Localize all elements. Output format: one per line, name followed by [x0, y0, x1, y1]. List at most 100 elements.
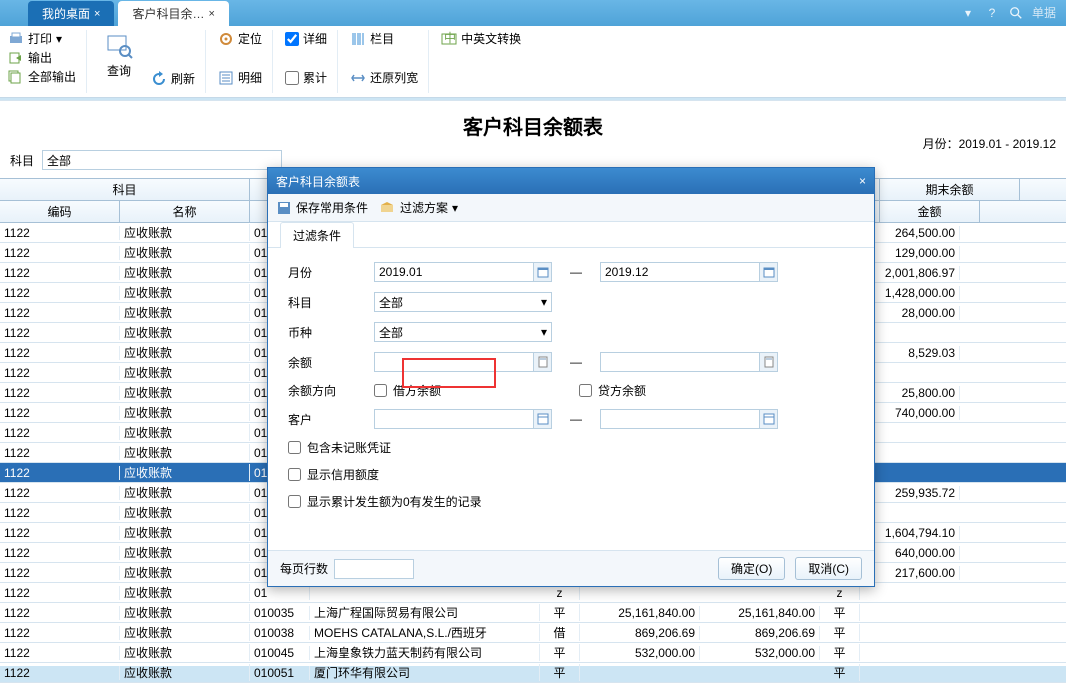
cancel-button[interactable]: 取消(C): [795, 557, 862, 580]
cell-amt2: 532,000.00: [700, 646, 820, 660]
dialog-titlebar[interactable]: 客户科目余额表 ×: [268, 168, 874, 194]
ribbon: 打印▾ 输出 全部输出 查询 刷新 定位 明细 详细 累计 栏目 还原列宽 中中…: [0, 26, 1066, 98]
cell-dir2: 平: [820, 664, 860, 681]
cell-code: 1122: [0, 666, 120, 680]
search-placeholder[interactable]: 单据: [1032, 4, 1056, 21]
cell-end-balance: 28,000.00: [860, 306, 960, 320]
cell-code: 1122: [0, 566, 120, 580]
detail-button[interactable]: 明细: [218, 69, 262, 86]
export-button[interactable]: 输出: [8, 49, 76, 66]
cell-code: 1122: [0, 586, 120, 600]
cell-code: 1122: [0, 406, 120, 420]
cell-name: 应收账款: [120, 644, 250, 661]
chevron-down-icon[interactable]: ▾: [960, 5, 976, 21]
customer-from-input[interactable]: [374, 409, 534, 429]
table-row[interactable]: 1122应收账款010035上海广程国际贸易有限公司平25,161,840.00…: [0, 603, 1066, 623]
col-subject[interactable]: 科目: [0, 179, 250, 200]
cell-name: 应收账款: [120, 664, 250, 681]
col-amount[interactable]: 金额: [880, 201, 980, 222]
ok-button[interactable]: 确定(O): [718, 557, 785, 580]
customer-to-input[interactable]: [600, 409, 760, 429]
cell-cust-name: MOEHS CATALANA,S.L./西班牙: [310, 624, 540, 641]
cell-name: 应收账款: [120, 224, 250, 241]
search-icon[interactable]: [1008, 5, 1024, 21]
credit-balance-checkbox[interactable]: 贷方余额: [579, 382, 646, 399]
rows-per-page-input[interactable]: [334, 559, 414, 579]
export-all-button[interactable]: 全部输出: [8, 68, 76, 85]
subject-select[interactable]: 全部▾: [374, 292, 552, 312]
cell-name: 应收账款: [120, 464, 250, 481]
cell-name: 应收账款: [120, 604, 250, 621]
help-icon[interactable]: ?: [984, 5, 1000, 21]
cell-end-balance: 25,800.00: [860, 386, 960, 400]
save-condition-button[interactable]: 保存常用条件: [276, 199, 368, 216]
label-month: 月份: [288, 264, 374, 281]
calculator-icon[interactable]: [534, 352, 552, 372]
cell-name: 应收账款: [120, 384, 250, 401]
cell-dir: 借: [540, 624, 580, 641]
close-icon[interactable]: ×: [94, 8, 100, 20]
show-zero-records-checkbox[interactable]: 显示累计发生额为0有发生的记录: [288, 493, 482, 510]
calendar-icon[interactable]: [760, 262, 778, 282]
cell-code: 1122: [0, 606, 120, 620]
cell-code: 1122: [0, 306, 120, 320]
tab-desktop[interactable]: 我的桌面 ×: [28, 1, 114, 26]
calendar-icon[interactable]: [534, 262, 552, 282]
tab-filter-condition[interactable]: 过滤条件: [280, 222, 354, 248]
query-button[interactable]: 查询: [99, 30, 139, 81]
include-unposted-checkbox[interactable]: 包含未记账凭证: [288, 439, 391, 456]
print-button[interactable]: 打印▾: [8, 30, 76, 47]
locate-button[interactable]: 定位: [218, 30, 262, 47]
accumulate-checkbox[interactable]: 累计: [285, 69, 327, 86]
cell-end-balance: 129,000.00: [860, 246, 960, 260]
cell-end-balance: 1,604,794.10: [860, 526, 960, 540]
subject-input[interactable]: [42, 150, 282, 170]
svg-text:中: 中: [444, 31, 456, 45]
filter-scheme-button[interactable]: 过滤方案 ▾: [380, 199, 458, 216]
cell-name: 应收账款: [120, 524, 250, 541]
lookup-icon[interactable]: [534, 409, 552, 429]
cell-end-balance: 1,428,000.00: [860, 286, 960, 300]
close-icon[interactable]: ×: [208, 8, 214, 20]
dialog-title: 客户科目余额表: [276, 173, 360, 190]
page-title: 客户科目余额表: [463, 117, 603, 139]
cell-cust-code: 010045: [250, 646, 310, 660]
cell-dir: 平: [540, 644, 580, 661]
cell-code: 1122: [0, 486, 120, 500]
month-from-input[interactable]: [374, 262, 534, 282]
cn-en-switch-button[interactable]: 中中英文转换: [441, 30, 521, 47]
close-icon[interactable]: ×: [859, 174, 866, 188]
restore-width-button[interactable]: 还原列宽: [350, 69, 418, 86]
cell-end-balance: 640,000.00: [860, 546, 960, 560]
cell-amt1: 25,161,840.00: [580, 606, 700, 620]
app-tabbar: 我的桌面 × 客户科目余… × ▾ ? 单据: [0, 0, 1066, 26]
col-end-balance[interactable]: 期末余额: [880, 179, 1020, 200]
lookup-icon[interactable]: [760, 409, 778, 429]
period-display: 月份：2019.01 - 2019.12: [923, 135, 1056, 152]
balance-from-input[interactable]: [374, 352, 534, 372]
col-name[interactable]: 名称: [120, 201, 250, 222]
label-customer: 客户: [288, 411, 374, 428]
label-subject: 科目: [288, 294, 374, 311]
table-row[interactable]: 1122应收账款010038MOEHS CATALANA,S.L./西班牙借86…: [0, 623, 1066, 643]
show-credit-limit-checkbox[interactable]: 显示信用额度: [288, 466, 379, 483]
calculator-icon[interactable]: [760, 352, 778, 372]
verbose-checkbox[interactable]: 详细: [285, 30, 327, 47]
tab-customer-balance[interactable]: 客户科目余… ×: [118, 1, 228, 26]
cell-dir2: 平: [820, 604, 860, 621]
balance-to-input[interactable]: [600, 352, 760, 372]
table-row[interactable]: 1122应收账款010045上海皇象铁力蓝天制药有限公司平532,000.005…: [0, 643, 1066, 663]
cell-code: 1122: [0, 366, 120, 380]
refresh-button[interactable]: 刷新: [151, 70, 195, 87]
debit-balance-checkbox[interactable]: 借方余额: [374, 382, 441, 399]
cell-name: 应收账款: [120, 544, 250, 561]
column-setup-button[interactable]: 栏目: [350, 30, 418, 47]
cell-name: 应收账款: [120, 404, 250, 421]
col-code[interactable]: 编码: [0, 201, 120, 222]
month-to-input[interactable]: [600, 262, 760, 282]
currency-select[interactable]: 全部▾: [374, 322, 552, 342]
cell-code: 1122: [0, 386, 120, 400]
label-balance: 余额: [288, 354, 374, 371]
cell-name: 应收账款: [120, 304, 250, 321]
table-row[interactable]: 1122应收账款010051厦门环华有限公司平平: [0, 663, 1066, 683]
